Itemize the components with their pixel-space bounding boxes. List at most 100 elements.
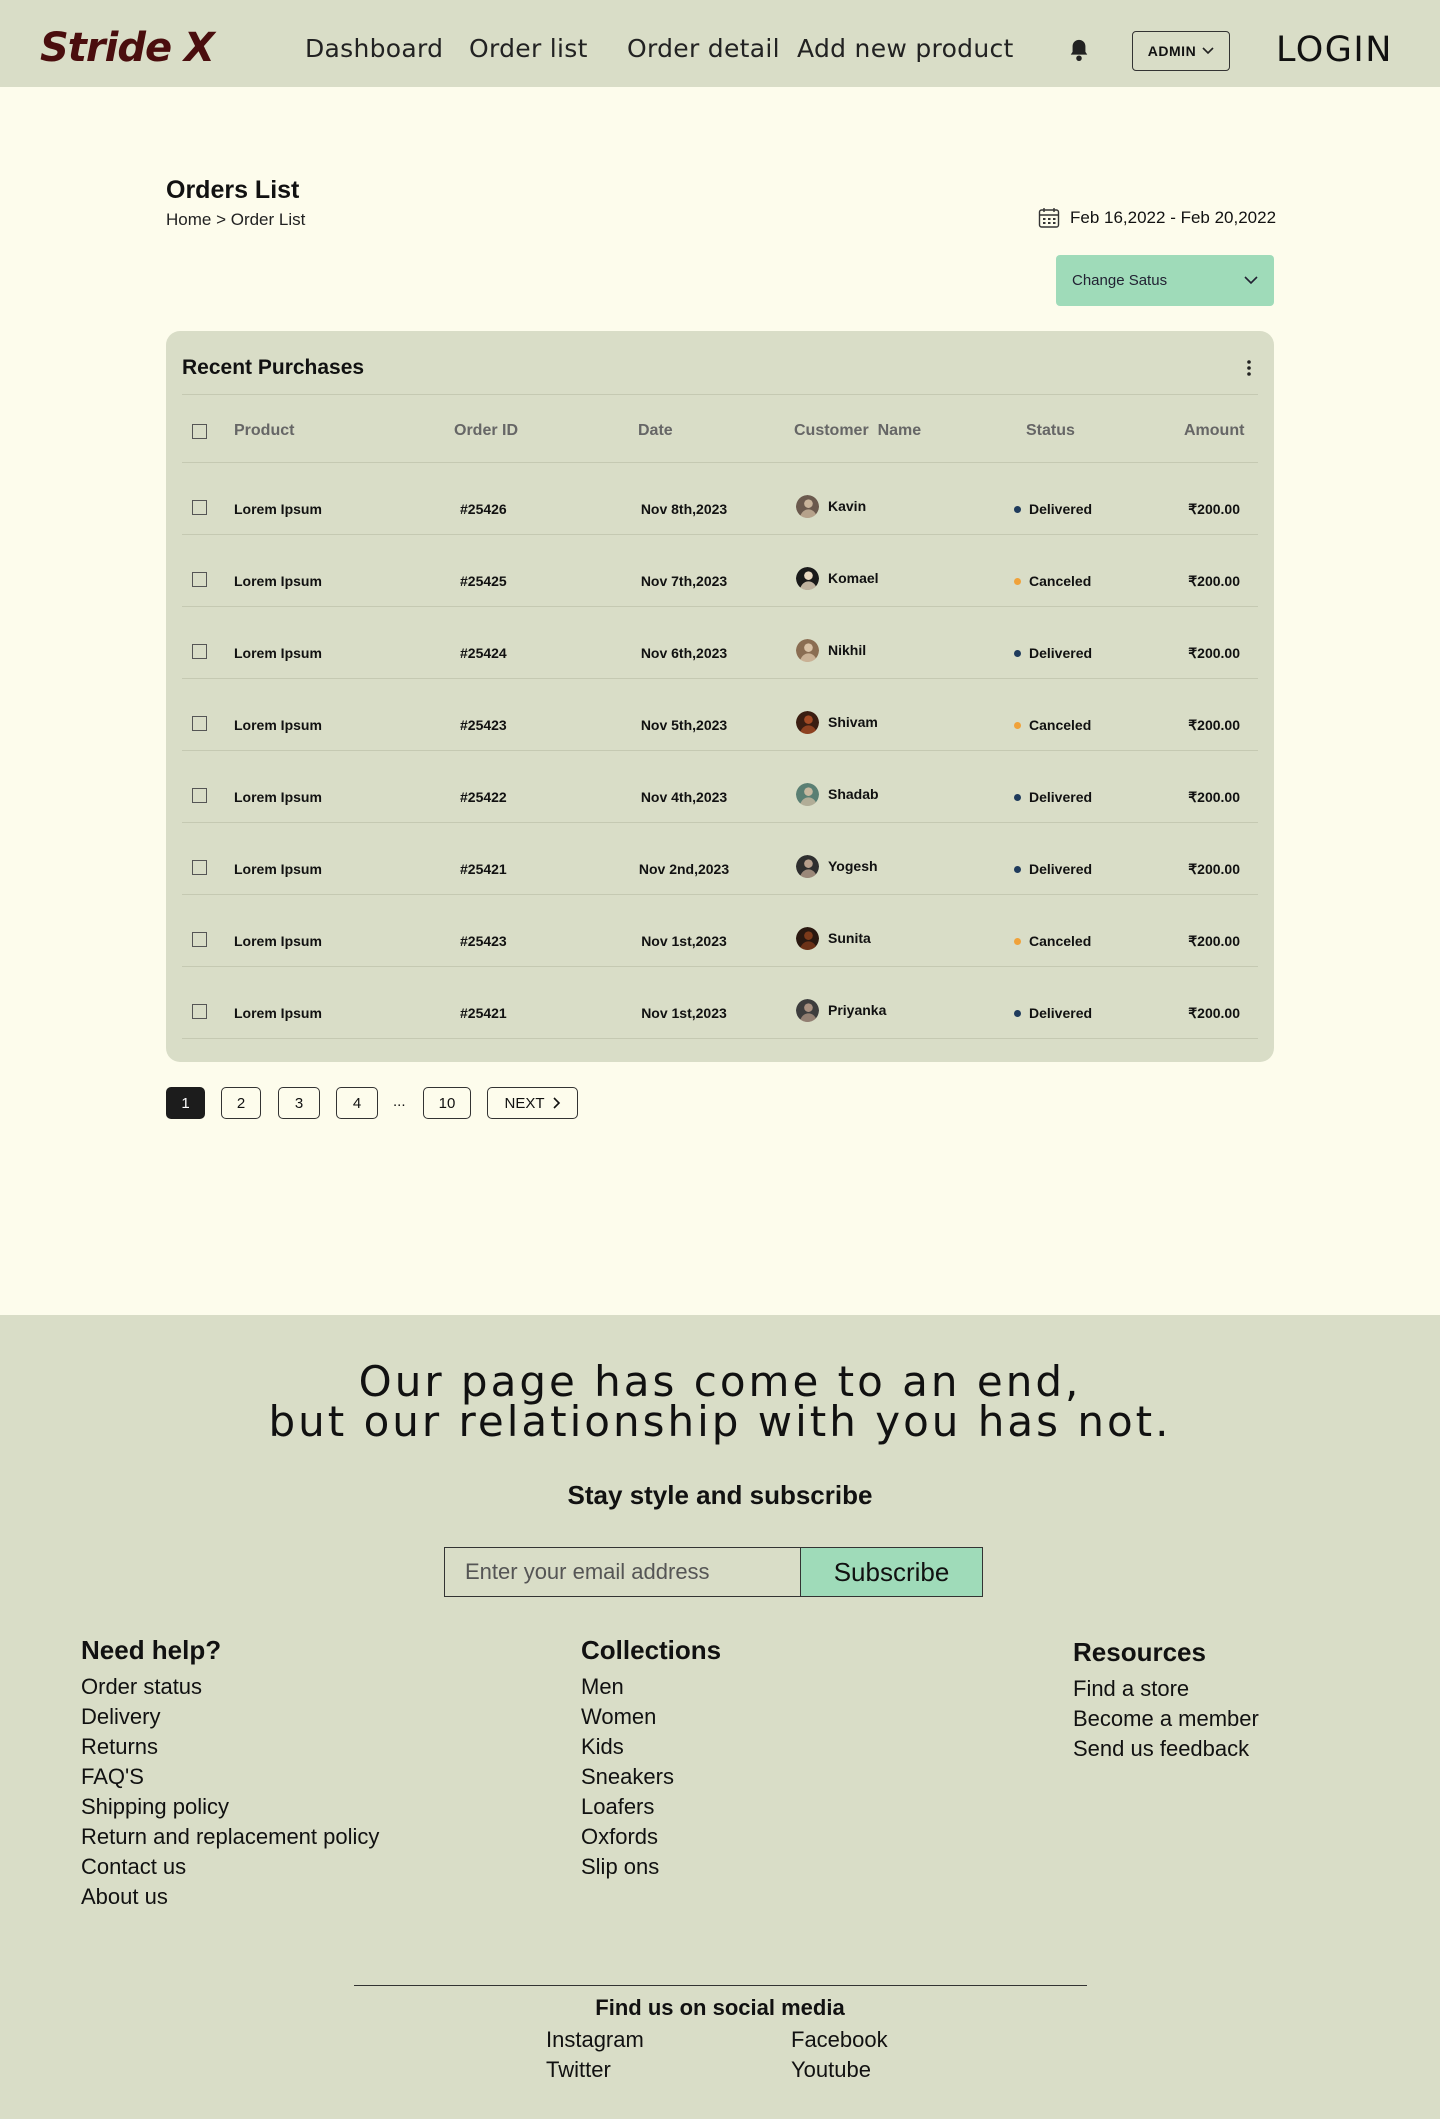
next-page-button[interactable]: NEXT (487, 1087, 578, 1119)
table-row[interactable]: Lorem Ipsum #25425 Nov 7th,2023 Komael Cance… (182, 535, 1258, 607)
top-nav: Stride X Dashboard Order list Order deta… (0, 0, 1440, 87)
page-button-2[interactable]: 2 (221, 1087, 261, 1119)
brand-logo[interactable]: Stride X (40, 25, 215, 71)
nav-link-order-detail[interactable]: Order detail (627, 34, 780, 63)
row-checkbox[interactable] (192, 788, 207, 803)
collection-link[interactable]: Kids (581, 1732, 721, 1762)
order-date: Nov 1st,2023 (641, 933, 727, 949)
customer-name: Shadab (828, 786, 879, 802)
nav-link-add-product[interactable]: Add new product (797, 34, 1014, 63)
collection-link[interactable]: Men (581, 1672, 721, 1702)
avatar (796, 927, 819, 950)
order-date: Nov 5th,2023 (640, 717, 728, 733)
column-header-order-id: Order ID (454, 422, 519, 439)
collection-link[interactable]: Sneakers (581, 1762, 721, 1792)
subscribe-button[interactable]: Subscribe (800, 1547, 983, 1597)
date-range-picker[interactable]: Feb 16,2022 - Feb 20,2022 (1038, 207, 1276, 229)
email-input[interactable] (444, 1547, 801, 1597)
product-name: Lorem Ipsum (234, 501, 322, 517)
help-link[interactable]: About us (81, 1882, 379, 1912)
avatar (796, 999, 819, 1022)
subscribe-heading: Stay style and subscribe (567, 1480, 873, 1510)
order-amount: ₹200.00 (1188, 573, 1240, 589)
collection-link[interactable]: Women (581, 1702, 721, 1732)
page-button-3[interactable]: 3 (278, 1087, 320, 1119)
order-amount: ₹200.00 (1188, 501, 1240, 517)
login-button[interactable]: LOGIN (1276, 30, 1393, 70)
breadcrumb[interactable]: Home > Order List (166, 210, 305, 230)
order-id: #25421 (460, 861, 507, 877)
customer-name: Nikhil (828, 642, 867, 658)
avatar (796, 855, 819, 878)
collection-link[interactable]: Oxfords (581, 1822, 721, 1852)
footer-help-column: Need help? Order status Delivery Returns FA… (81, 1635, 379, 1912)
avatar (796, 639, 819, 662)
order-amount: ₹200.00 (1188, 717, 1240, 733)
status-badge: Delivered (1029, 861, 1093, 877)
social-link-facebook[interactable]: Facebook (791, 2027, 888, 2053)
order-id: #25423 (460, 933, 507, 949)
status-dot (1014, 578, 1021, 585)
status-badge: Canceled (1029, 573, 1092, 589)
resource-link[interactable]: Find a store (1073, 1674, 1259, 1704)
status-dot (1014, 506, 1021, 513)
resource-link[interactable]: Become a member (1073, 1704, 1259, 1734)
status-dot (1014, 722, 1021, 729)
row-checkbox[interactable] (192, 1004, 207, 1019)
column-header-date: Date (638, 422, 673, 439)
resource-link[interactable]: Send us feedback (1073, 1734, 1259, 1764)
row-checkbox[interactable] (192, 716, 207, 731)
nav-link-dashboard[interactable]: Dashboard (305, 34, 443, 63)
avatar (796, 567, 819, 590)
status-dot (1014, 866, 1021, 873)
avatar (796, 711, 819, 734)
row-checkbox[interactable] (192, 644, 207, 659)
table-row[interactable]: Lorem Ipsum #25426 Nov 8th,2023 Kavin Delive… (182, 463, 1258, 535)
help-link[interactable]: Order status (81, 1672, 379, 1702)
table-row[interactable]: Lorem Ipsum #25421 Nov 2nd,2023 Yogesh Deliv… (182, 823, 1258, 895)
help-link[interactable]: Shipping policy (81, 1792, 379, 1822)
admin-dropdown-button[interactable]: ADMIN (1132, 31, 1230, 71)
calendar-icon (1038, 208, 1060, 228)
select-all-checkbox[interactable] (192, 424, 207, 439)
help-link[interactable]: FAQ'S (81, 1762, 379, 1792)
kebab-menu-icon[interactable] (1246, 359, 1252, 377)
collection-link[interactable]: Slip ons (581, 1852, 721, 1882)
order-id: #25426 (460, 501, 507, 517)
table-row[interactable]: Lorem Ipsum #25424 Nov 6th,2023 Nikhil Deliv… (182, 607, 1258, 679)
help-link[interactable]: Contact us (81, 1852, 379, 1882)
nav-link-order-list[interactable]: Order list (469, 34, 588, 63)
page-button-4[interactable]: 4 (336, 1087, 378, 1119)
footer: Our page has come to an end, but our rel… (0, 1315, 1440, 2119)
table-row[interactable]: Lorem Ipsum #25421 Nov 1st,2023 Priyanka Del… (182, 967, 1258, 1039)
order-date: Nov 8th,2023 (640, 501, 728, 517)
customer-name: Kavin (828, 498, 867, 514)
row-checkbox[interactable] (192, 500, 207, 515)
bell-icon[interactable] (1068, 38, 1090, 62)
order-id: #25425 (460, 573, 507, 589)
chevron-down-icon (1244, 276, 1258, 285)
social-link-instagram[interactable]: Instagram (546, 2027, 644, 2053)
page-button-10[interactable]: 10 (423, 1087, 471, 1119)
collection-link[interactable]: Loafers (581, 1792, 721, 1822)
table-row[interactable]: Lorem Ipsum #25422 Nov 4th,2023 Shadab Deliv… (182, 751, 1258, 823)
table-row[interactable]: Lorem Ipsum #25423 Nov 1st,2023 Sunita Cance… (182, 895, 1258, 967)
order-id: #25423 (460, 717, 507, 733)
table-row[interactable]: Lorem Ipsum #25423 Nov 5th,2023 Shivam Cance… (182, 679, 1258, 751)
chevron-right-icon (552, 1097, 560, 1109)
avatar (796, 495, 819, 518)
order-id: #25424 (460, 645, 507, 661)
social-link-twitter[interactable]: Twitter (546, 2057, 611, 2083)
status-dot (1014, 938, 1021, 945)
product-name: Lorem Ipsum (234, 861, 322, 877)
row-checkbox[interactable] (192, 932, 207, 947)
help-link[interactable]: Delivery (81, 1702, 379, 1732)
social-link-youtube[interactable]: Youtube (791, 2057, 871, 2083)
row-checkbox[interactable] (192, 860, 207, 875)
help-link[interactable]: Returns (81, 1732, 379, 1762)
help-link[interactable]: Return and replacement policy (81, 1822, 379, 1852)
change-status-select[interactable]: Change Satus (1056, 255, 1274, 306)
row-checkbox[interactable] (192, 572, 207, 587)
customer-name: Shivam (828, 714, 878, 730)
page-button-1[interactable]: 1 (166, 1087, 205, 1119)
